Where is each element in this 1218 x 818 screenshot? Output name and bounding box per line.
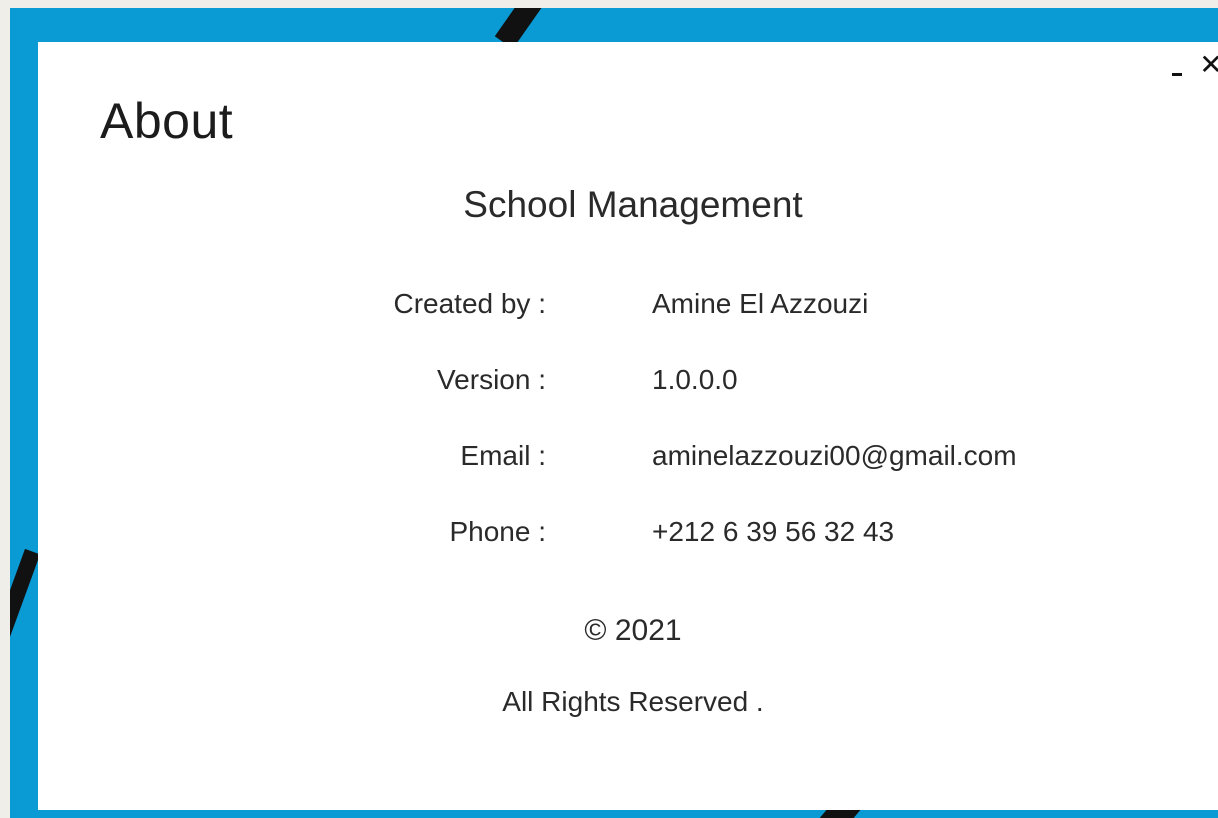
info-value: aminelazzouzi00@gmail.com: [652, 440, 1017, 471]
info-row-version: Version : 1.0.0.0: [38, 364, 1218, 404]
page-title: About: [100, 93, 234, 149]
minimize-icon: [1172, 72, 1182, 76]
desktop-background: ✕ About School Management Created by : A…: [0, 0, 1218, 818]
rights-text: All Rights Reserved .: [502, 686, 764, 717]
window-controls: ✕: [1160, 48, 1218, 82]
info-value: +212 6 39 56 32 43: [652, 516, 895, 547]
app-name: School Management: [463, 184, 803, 225]
wallpaper-stripe: [10, 548, 41, 668]
copyright-text: © 2021: [584, 614, 682, 647]
info-label: Phone :: [449, 516, 546, 547]
info-label: Created by :: [393, 288, 546, 319]
info-value: Amine El Azzouzi: [652, 288, 869, 319]
window-frame: ✕ About School Management Created by : A…: [10, 8, 1218, 818]
minimize-button[interactable]: [1160, 48, 1194, 82]
info-value: 1.0.0.0: [652, 364, 738, 395]
info-label: Version :: [437, 364, 546, 395]
close-icon: ✕: [1199, 48, 1218, 81]
info-row-phone: Phone : +212 6 39 56 32 43: [38, 516, 1218, 556]
close-button[interactable]: ✕: [1194, 48, 1218, 82]
about-dialog: ✕ About School Management Created by : A…: [38, 42, 1218, 810]
info-row-email: Email : aminelazzouzi00@gmail.com: [38, 440, 1218, 480]
info-row-created-by: Created by : Amine El Azzouzi: [38, 288, 1218, 328]
info-label: Email :: [460, 440, 546, 471]
